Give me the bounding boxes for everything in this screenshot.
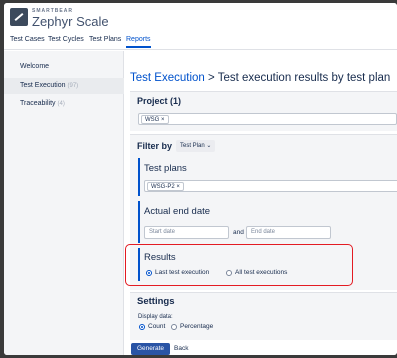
test-plans-select[interactable]: WSG-P2 × — [144, 180, 397, 192]
tab-reports[interactable]: Reports — [126, 36, 151, 48]
results-highlight-annotation — [125, 244, 353, 286]
tab-test-plans[interactable]: Test Plans — [89, 36, 121, 43]
radio-count-label: Count — [148, 323, 166, 330]
start-date-input[interactable]: Start date — [144, 226, 229, 239]
date-range-and: and — [233, 229, 244, 236]
project-section: Project (1) WSG × — [130, 91, 397, 131]
tab-test-cycles[interactable]: Test Cycles — [48, 36, 84, 43]
app-name: Zephyr Scale — [32, 14, 109, 29]
chip-remove-icon[interactable]: × — [176, 184, 180, 190]
zephyr-logo-icon — [10, 8, 28, 26]
generate-button[interactable]: Generate — [131, 343, 170, 355]
test-plans-section: Test plans WSG-P2 × — [138, 158, 397, 196]
page-title-text: Test execution results by test plan — [217, 72, 391, 84]
reports-sidebar: Welcome Test Execution (97) Traceability… — [4, 51, 124, 355]
project-select[interactable]: WSG × — [138, 113, 397, 125]
display-data-label: Display data: — [138, 314, 173, 320]
sidebar-item-welcome[interactable]: Welcome — [4, 59, 124, 75]
breadcrumb-test-execution[interactable]: Test Execution — [130, 72, 205, 84]
sidebar-item-test-execution[interactable]: Test Execution (97) — [4, 78, 124, 94]
sidebar-item-label: Traceability — [20, 100, 56, 107]
project-chip-label: WSG — [145, 117, 160, 123]
sidebar-item-traceability[interactable]: Traceability (4) — [4, 96, 124, 112]
filter-select[interactable]: Test Plan ⌄ — [176, 140, 216, 152]
radio-count[interactable] — [139, 324, 145, 330]
settings-heading: Settings — [137, 296, 175, 307]
test-plan-chip-label: WSG-P2 — [151, 184, 175, 190]
project-heading: Project (1) — [137, 96, 182, 106]
sidebar-item-count: (4) — [57, 101, 65, 107]
sidebar-item-label: Welcome — [20, 63, 50, 70]
sidebar-item-count: (97) — [67, 83, 79, 89]
app-header: SMARTBEAR Zephyr Scale — [4, 3, 397, 33]
tab-test-cases[interactable]: Test Cases — [10, 36, 45, 43]
end-date-section: Actual end date Start date and End date — [138, 201, 397, 243]
project-chip: WSG × — [141, 115, 169, 124]
end-date-heading: Actual end date — [144, 206, 211, 217]
sidebar-item-label: Test Execution — [20, 82, 66, 89]
back-link[interactable]: Back — [174, 343, 188, 355]
end-date-input[interactable]: End date — [246, 226, 331, 239]
chip-remove-icon[interactable]: × — [161, 117, 165, 123]
chevron-down-icon: ⌄ — [206, 143, 212, 149]
page-title: Test Execution > Test execution results … — [130, 72, 390, 84]
report-form: Test Execution > Test execution results … — [124, 51, 397, 355]
test-plans-heading: Test plans — [144, 163, 187, 174]
app-window: SMARTBEAR Zephyr Scale Test Cases Test C… — [4, 3, 397, 355]
settings-section: Settings Display data: Count Percentage — [130, 292, 397, 340]
filter-select-value: Test Plan — [180, 143, 205, 149]
radio-percentage-label: Percentage — [180, 323, 214, 330]
test-plan-chip: WSG-P2 × — [147, 182, 184, 191]
top-tabs: Test Cases Test Cycles Test Plans Report… — [4, 36, 397, 50]
filter-label: Filter by — [137, 141, 173, 151]
radio-percentage[interactable] — [171, 324, 177, 330]
breadcrumb-separator: > — [204, 72, 218, 84]
